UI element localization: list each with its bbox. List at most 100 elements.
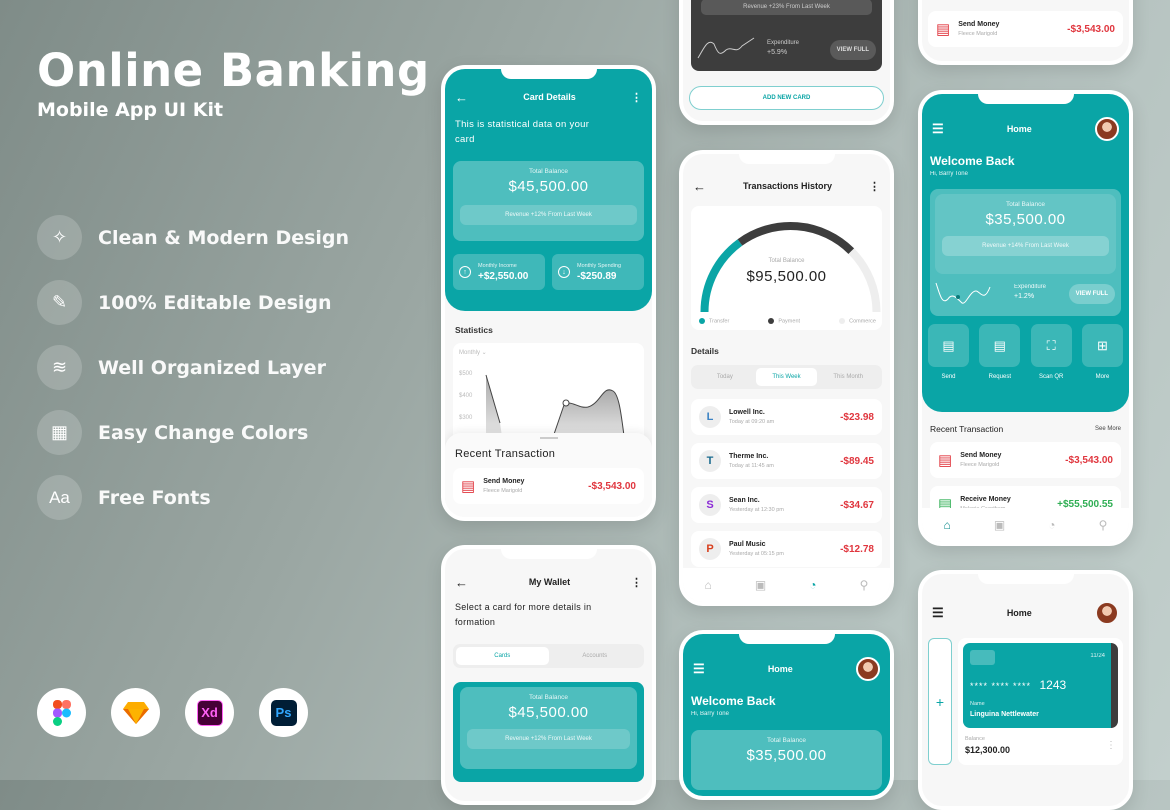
chart-pie-icon[interactable]: ◔ <box>1048 518 1055 532</box>
sheet-handle[interactable] <box>539 437 558 439</box>
tab-today[interactable]: Today <box>694 368 756 386</box>
send-money-icon: ▤ <box>938 452 953 469</box>
balance-card[interactable]: Total Balance $45,500.00 Revenue +12% Fr… <box>453 161 644 241</box>
grid-icon: ⊞ <box>1081 324 1123 367</box>
avatar[interactable] <box>1095 601 1119 625</box>
card-name-label: Name <box>970 701 985 707</box>
home-icon[interactable]: ⌂ <box>944 518 951 532</box>
tab-cards[interactable]: Cards <box>456 647 549 665</box>
action-more[interactable]: ⊞ More <box>1081 324 1123 380</box>
feature-item: ✎ 100% Editable Design <box>37 280 349 325</box>
balance-panel: Total Balance $35,500.00 Revenue +14% Fr… <box>930 189 1121 316</box>
wallet-icon[interactable]: ▣ <box>755 578 766 592</box>
profile-icon[interactable]: ⚲ <box>1099 518 1108 532</box>
more-vertical-icon[interactable]: ⋮ <box>631 576 642 589</box>
more-vertical-icon[interactable]: ⋮ <box>631 91 642 104</box>
figma-icon <box>37 688 86 737</box>
intro-text: Select a card for more details in format… <box>455 602 592 627</box>
card-chip <box>970 650 995 665</box>
transaction-row[interactable]: P Paul Music Yesterday at 05:15 pm -$12.78 <box>691 531 882 567</box>
expenditure-label: Expenditure <box>1014 284 1047 290</box>
view-full-button[interactable]: VIEW FULL <box>829 40 876 60</box>
home-icon[interactable]: ⌂ <box>705 578 712 592</box>
transaction-row[interactable]: T Therme Inc. Today at 11:45 am -$89.45 <box>691 443 882 479</box>
feature-label: Clean & Modern Design <box>98 226 350 249</box>
hero-title: Online Banking <box>37 44 430 97</box>
expenditure-label: Expenditure <box>767 40 800 46</box>
more-vertical-icon[interactable]: ⋮ <box>869 180 880 193</box>
area-chart <box>485 374 626 443</box>
feature-item: Aa Free Fonts <box>37 475 349 520</box>
layers-icon: ≋ <box>37 345 82 390</box>
period-tabs: Today This Week This Month <box>691 365 882 389</box>
phone-transactions-history: ← Transactions History ⋮ Total Balance $… <box>679 150 894 606</box>
total-balance-value: $45,500.00 <box>508 178 589 195</box>
statistics-title: Statistics <box>455 325 493 335</box>
company-logo: T <box>699 450 721 472</box>
screen-title: Home <box>1006 608 1032 618</box>
tab-this-month[interactable]: This Month <box>817 368 879 386</box>
menu-icon[interactable]: ☰ <box>693 661 705 677</box>
tool-logos: Xd Ps <box>37 688 308 737</box>
gauge-legend: Transfer Payment Commerce <box>699 318 876 324</box>
greeting: Hi, Barry Tone <box>930 171 968 177</box>
back-arrow-icon[interactable]: ← <box>455 575 468 590</box>
avatar[interactable] <box>1095 117 1119 141</box>
see-more-link[interactable]: See More <box>1095 426 1121 432</box>
phone-home-preview: ☰ Home Welcome Back Hi, Barry Tone Total… <box>679 630 894 800</box>
action-request[interactable]: ▤ Request <box>979 324 1021 380</box>
details-title: Details <box>691 346 719 356</box>
credit-card[interactable]: 11/24 **** **** **** 1243 Name Linguina … <box>963 643 1118 728</box>
balance-card[interactable]: Total Balance $35,500.00 <box>691 730 882 790</box>
balance-card[interactable]: Total Balance $45,500.00 Revenue +12% Fr… <box>460 687 637 769</box>
greeting: Hi, Barry Tone <box>691 711 729 717</box>
total-balance-value: $95,500.00 <box>746 268 827 285</box>
arrow-down-circle-icon: ↓ <box>558 266 570 278</box>
add-card-button[interactable]: + <box>928 638 952 765</box>
send-money-icon: ▤ <box>461 478 476 495</box>
color-swatch-icon: ▦ <box>37 410 82 455</box>
revenue-text: Revenue +12% From Last Week <box>460 205 637 225</box>
balance-card[interactable]: Total Balance $35,500.00 Revenue +14% Fr… <box>935 194 1116 274</box>
scan-qr-icon: ⛶ <box>1030 324 1072 367</box>
screen-title: Home <box>1006 124 1032 134</box>
wallet-icon[interactable]: ▣ <box>994 518 1005 532</box>
transaction-row[interactable]: ▤ Send Money Fleece Marigold -$3,543.00 <box>930 442 1121 478</box>
card-expiry: 11/24 <box>1090 653 1105 659</box>
transaction-row[interactable]: S Sean Inc. Yesterday at 12:30 pm -$34.67 <box>691 487 882 523</box>
more-vertical-icon[interactable]: ⋮ <box>1106 740 1116 751</box>
chart-pie-icon[interactable]: ◔ <box>809 578 816 592</box>
back-arrow-icon[interactable]: ← <box>693 179 706 194</box>
view-full-button[interactable]: VIEW FULL <box>1068 284 1115 304</box>
intro-text: This is statistical data on your card <box>455 119 590 145</box>
income-value: +$2,550.00 <box>478 270 529 282</box>
transaction-row[interactable]: ▤ Send Money Fleece Marigold -$3,543.00 <box>928 11 1123 47</box>
add-new-card-button[interactable]: ADD NEW CARD <box>689 86 884 110</box>
action-send[interactable]: ▤ Send <box>928 324 969 380</box>
tab-accounts[interactable]: Accounts <box>549 647 642 665</box>
expenditure-value: +5.9% <box>767 49 788 56</box>
sketch-icon <box>111 688 160 737</box>
expenditure-sparkline <box>935 282 991 304</box>
action-scan-qr[interactable]: ⛶ Scan QR <box>1030 324 1072 380</box>
phone-my-wallet: ← My Wallet ⋮ Select a card for more det… <box>441 545 656 805</box>
monthly-spending-card[interactable]: ↓ Monthly Spending -$250.89 <box>552 254 644 290</box>
statistics-chart: Monthly ⌄ $500 $400 $300 <box>453 343 644 443</box>
card-last4: 1243 <box>1039 678 1067 692</box>
profile-icon[interactable]: ⚲ <box>860 578 869 592</box>
menu-icon[interactable]: ☰ <box>932 121 944 137</box>
transaction-row[interactable]: ▤ Send Money Fleece Marigold -$3,543.00 <box>453 468 644 504</box>
tab-this-week[interactable]: This Week <box>755 368 818 386</box>
monthly-income-card[interactable]: ↑ Monthly Income +$2,550.00 <box>453 254 545 290</box>
back-arrow-icon[interactable]: ← <box>455 90 468 105</box>
spending-value: -$250.89 <box>577 270 617 282</box>
recent-transaction-sheet: Recent Transaction ▤ Send Money Fleece Ma… <box>445 433 652 517</box>
send-money-icon: ▤ <box>936 21 951 38</box>
transaction-row[interactable]: L Lowell Inc. Today at 09:20 am -$23.98 <box>691 399 882 435</box>
menu-icon[interactable]: ☰ <box>932 605 944 621</box>
total-balance-label: Total Balance <box>528 168 569 175</box>
phone-cards-home: ☰ Home + 11/24 **** **** **** 1243 Name … <box>918 570 1133 810</box>
phone-card-details: ← Card Details ⋮ This is statistical dat… <box>441 65 656 521</box>
avatar[interactable] <box>856 657 880 681</box>
feature-label: 100% Editable Design <box>98 291 332 314</box>
